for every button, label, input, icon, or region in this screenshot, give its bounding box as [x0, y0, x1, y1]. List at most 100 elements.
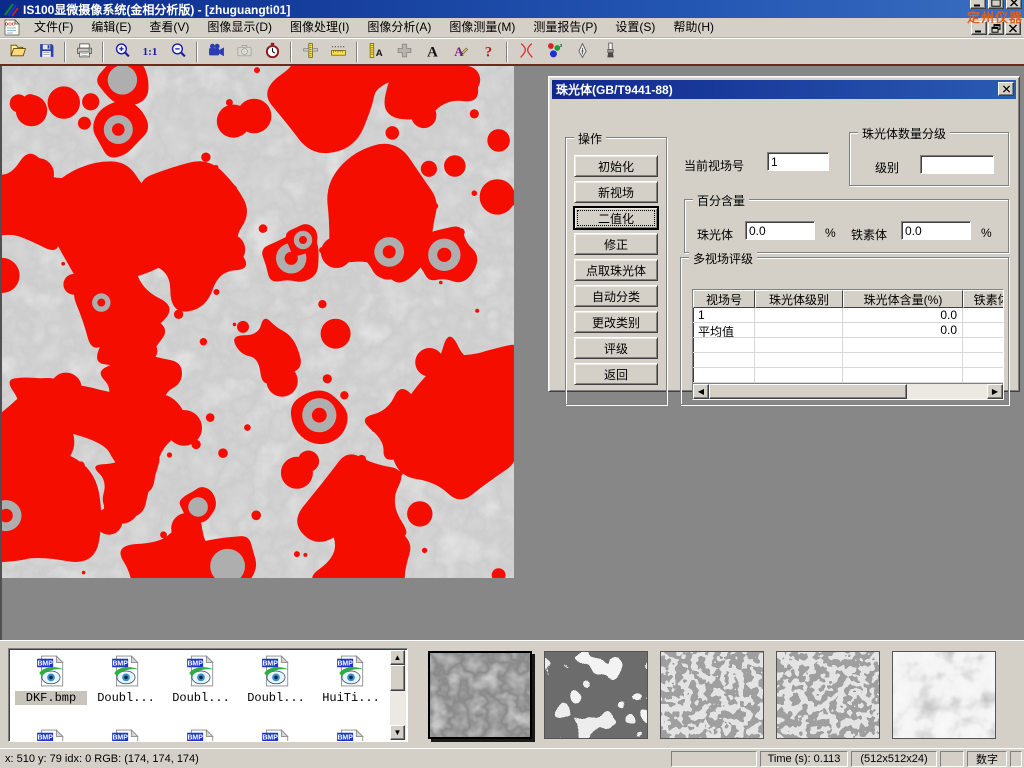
- toolbar-button-help-question[interactable]: ?: [475, 41, 501, 63]
- toolbar-button-zoom-in[interactable]: [109, 41, 135, 63]
- toolbar-button-open-folder[interactable]: [5, 41, 31, 63]
- menu-item-image-analysis[interactable]: 图像分析(A): [358, 20, 440, 34]
- file-item-row2-0[interactable]: BMP: [15, 729, 87, 742]
- current-field-input[interactable]: [767, 152, 829, 171]
- table-row[interactable]: [693, 338, 1003, 353]
- menu-item-view[interactable]: 查看(V): [140, 20, 198, 34]
- init-button[interactable]: 初始化: [574, 155, 658, 177]
- table-cell: [693, 338, 755, 353]
- bmp-file-icon: BMP: [185, 655, 217, 687]
- percent-group-label: 百分含量: [693, 192, 749, 209]
- file-item-row2-1[interactable]: BMP: [90, 729, 162, 742]
- grade-button[interactable]: 评级: [574, 337, 658, 359]
- operation-group-label: 操作: [574, 130, 606, 147]
- file-label: HuiTi...: [315, 691, 387, 705]
- correct-button[interactable]: 修正: [574, 233, 658, 255]
- ferrite-percent-input[interactable]: [901, 221, 971, 240]
- micrograph-thumbnail-sample-2[interactable]: [544, 651, 648, 739]
- document-icon[interactable]: DOC: [3, 19, 21, 36]
- toolbar-button-photo-camera[interactable]: [231, 41, 257, 63]
- pearlite-label: 珠光体: [697, 226, 733, 243]
- new-field-button[interactable]: 新视场: [574, 181, 658, 203]
- toolbar-button-move-cross[interactable]: [391, 41, 417, 63]
- table-row[interactable]: 10.0: [693, 308, 1003, 323]
- menu-item-file[interactable]: 文件(F): [25, 20, 82, 34]
- table-header-3[interactable]: 铁素体含量(%): [963, 290, 1004, 308]
- table-header-2[interactable]: 珠光体含量(%): [843, 290, 963, 308]
- micrograph-thumbnail-sample-5[interactable]: [892, 651, 996, 739]
- actual-size-icon: 1:1: [143, 46, 158, 58]
- workspace: 珠光体(GB/T9441-88) 操作 初始化新视场二值化修正点取珠光体自动分类…: [0, 66, 1024, 640]
- toolbar-button-measure-text-ruler[interactable]: A: [363, 41, 389, 63]
- toolbar-button-video-camera[interactable]: [203, 41, 229, 63]
- measure-text-ruler-icon: A: [368, 42, 385, 62]
- toolbar-button-print[interactable]: [71, 41, 97, 63]
- toolbar: 1:1AAA?3: [0, 38, 1024, 64]
- svg-text:DOC: DOC: [5, 22, 16, 27]
- toolbar-button-zoom-out[interactable]: [165, 41, 191, 63]
- toolbar-button-letter-a[interactable]: A: [419, 41, 445, 63]
- micrograph-thumbnail-sample-4[interactable]: [776, 651, 880, 739]
- file-item-3[interactable]: BMPDoubl...: [240, 655, 312, 705]
- file-list-scrollbar[interactable]: ▲ ▼: [390, 650, 406, 740]
- menu-item-image-process[interactable]: 图像处理(I): [281, 20, 358, 34]
- svg-text:BMP: BMP: [337, 735, 353, 742]
- level-input[interactable]: [920, 155, 994, 174]
- toolbar-button-pen-nib[interactable]: [569, 41, 595, 63]
- bmp-file-icon: BMP: [110, 729, 142, 742]
- pick-pearlite-button[interactable]: 点取珠光体: [574, 259, 658, 281]
- dialog-title-bar[interactable]: 珠光体(GB/T9441-88): [552, 80, 1016, 99]
- table-row[interactable]: 平均值0.0: [693, 323, 1003, 338]
- menu-item-image-display[interactable]: 图像显示(D): [198, 20, 281, 34]
- scroll-thumb[interactable]: [709, 384, 907, 399]
- file-item-1[interactable]: BMPDoubl...: [90, 655, 162, 705]
- table-row[interactable]: [693, 353, 1003, 368]
- menu-item-image-measure[interactable]: 图像测量(M): [440, 20, 524, 34]
- return-button[interactable]: 返回: [574, 363, 658, 385]
- file-item-4[interactable]: BMPHuiTi...: [315, 655, 387, 705]
- multi-field-group-label: 多视场评级: [689, 250, 757, 267]
- scroll-thumb[interactable]: [390, 665, 405, 691]
- binarize-button[interactable]: 二值化: [574, 207, 658, 229]
- micrograph-thumbnail-sample-3[interactable]: [660, 651, 764, 739]
- paint-brush-icon: [602, 42, 619, 62]
- micrograph-image[interactable]: [2, 66, 514, 578]
- auto-classify-button[interactable]: 自动分类: [574, 285, 658, 307]
- svg-text:A: A: [375, 47, 382, 58]
- menu-item-help[interactable]: 帮助(H): [664, 20, 723, 34]
- micrograph-thumbnail-sample-1[interactable]: [428, 651, 532, 739]
- scroll-up-button[interactable]: ▲: [390, 650, 405, 665]
- pearlite-percent-input[interactable]: [745, 221, 815, 240]
- toolbar-button-save-floppy[interactable]: [33, 41, 59, 63]
- file-item-2[interactable]: BMPDoubl...: [165, 655, 237, 705]
- file-item-row2-4[interactable]: BMP: [315, 729, 387, 742]
- timer-clock-icon: [264, 42, 281, 62]
- toolbar-button-ruler[interactable]: [325, 41, 351, 63]
- table-cell: [755, 323, 843, 338]
- toolbar-button-red-curve[interactable]: [513, 41, 539, 63]
- scroll-right-button[interactable]: ▶: [987, 384, 1003, 399]
- menu-item-measure-report[interactable]: 测量报告(P): [524, 20, 606, 34]
- scroll-left-button[interactable]: ◀: [693, 384, 709, 399]
- table-horizontal-scrollbar[interactable]: ◀ ▶: [693, 383, 1003, 399]
- file-item-row2-3[interactable]: BMP: [240, 729, 312, 742]
- toolbar-button-caliper[interactable]: [297, 41, 323, 63]
- toolbar-button-annotate-a[interactable]: A: [447, 41, 473, 63]
- toolbar-button-timer-clock[interactable]: [259, 41, 285, 63]
- toolbar-button-actual-size[interactable]: 1:1: [137, 41, 163, 63]
- menu-item-edit[interactable]: 编辑(E): [82, 20, 140, 34]
- file-item-row2-2[interactable]: BMP: [165, 729, 237, 742]
- table-header-0[interactable]: 视场号: [693, 290, 755, 308]
- zoom-out-icon: [170, 42, 187, 62]
- toolbar-separator: [506, 42, 508, 62]
- change-class-button[interactable]: 更改类别: [574, 311, 658, 333]
- toolbar-button-phase-balls[interactable]: 3: [541, 41, 567, 63]
- file-item-0[interactable]: BMPDKF.bmp: [15, 655, 87, 705]
- menu-item-settings[interactable]: 设置(S): [606, 20, 664, 34]
- scroll-down-button[interactable]: ▼: [390, 725, 405, 740]
- dialog-close-button[interactable]: [998, 82, 1014, 96]
- toolbar-button-paint-brush[interactable]: [597, 41, 623, 63]
- table-row[interactable]: [693, 368, 1003, 383]
- table-header-1[interactable]: 珠光体级别: [755, 290, 843, 308]
- pearlite-unit: %: [825, 226, 836, 240]
